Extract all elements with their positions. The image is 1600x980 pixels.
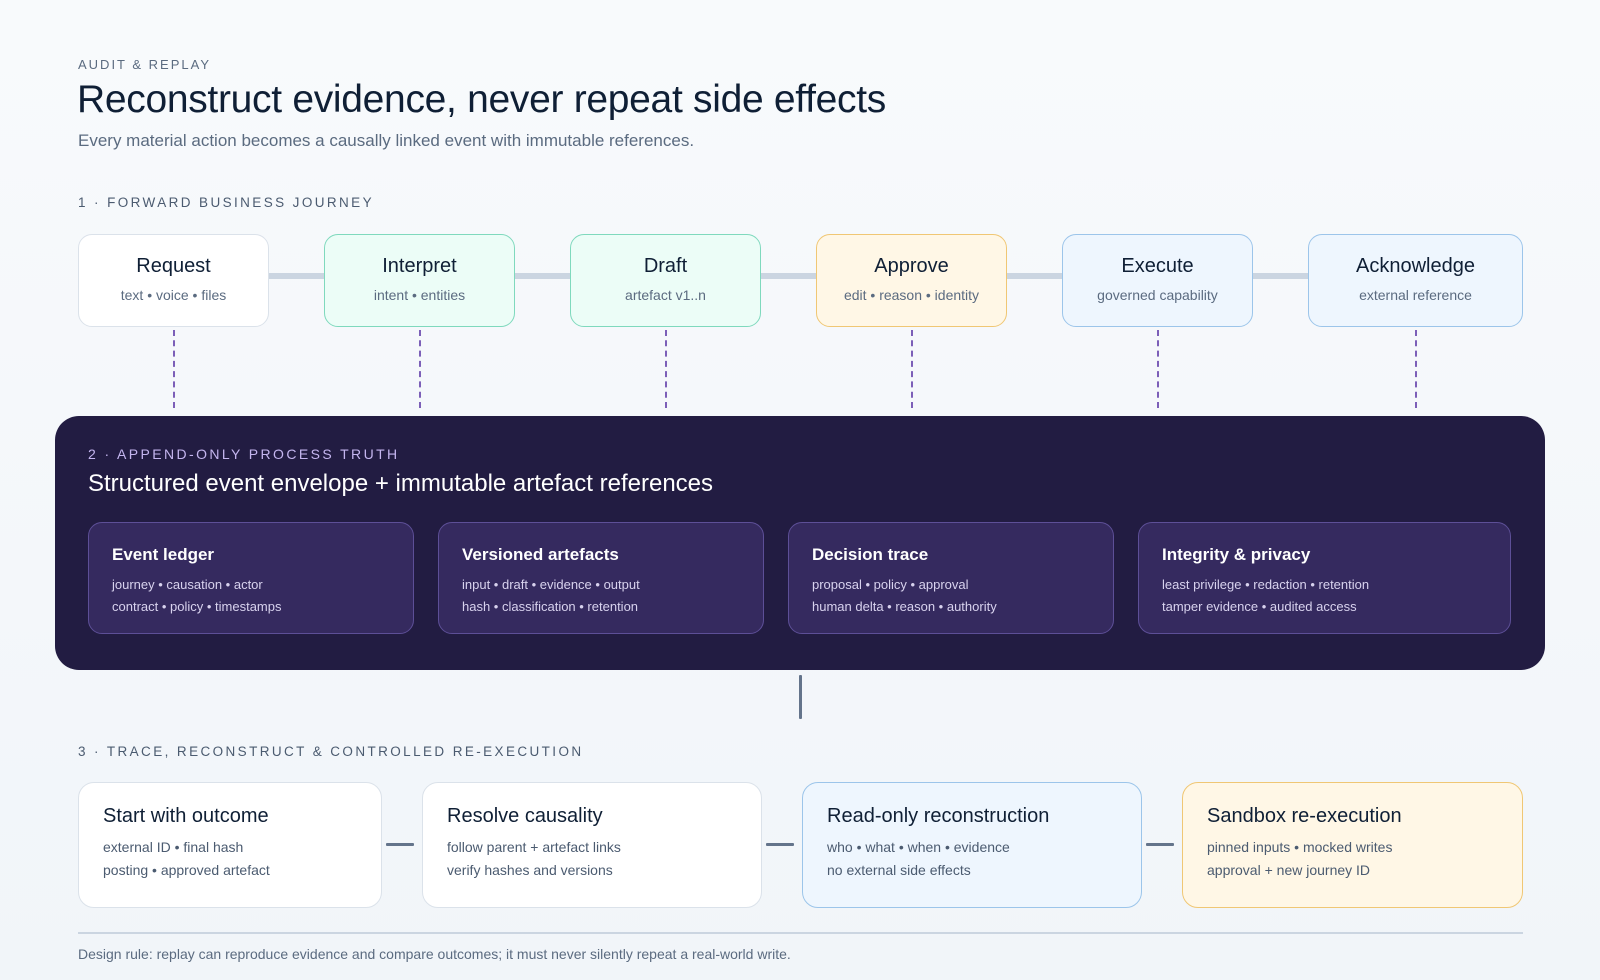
truth-to-replay-connector bbox=[799, 675, 802, 719]
eyebrow-label: AUDIT & REPLAY bbox=[78, 57, 211, 72]
stage-title: Acknowledge bbox=[1356, 255, 1475, 277]
card-line: input • draft • evidence • output bbox=[462, 577, 640, 592]
design-rule-note: Design rule: replay can reproduce eviden… bbox=[78, 946, 791, 962]
stage-connector bbox=[1250, 273, 1310, 279]
stage-subtitle: text • voice • files bbox=[120, 287, 227, 303]
stage-acknowledge: Acknowledge external reference bbox=[1308, 234, 1523, 327]
step-line: follow parent + artefact links bbox=[447, 839, 621, 855]
card-title: Decision trace bbox=[812, 545, 929, 564]
card-line: contract • policy • timestamps bbox=[112, 599, 282, 614]
stage-title: Interpret bbox=[382, 255, 457, 277]
card-line: human delta • reason • authority bbox=[812, 599, 997, 614]
card-decision-trace: Decision trace proposal • policy • appro… bbox=[788, 522, 1114, 634]
section-label-truth: 2 · APPEND-ONLY PROCESS TRUTH bbox=[88, 446, 400, 462]
step-line: verify hashes and versions bbox=[447, 862, 613, 878]
panel-title: Structured event envelope + immutable ar… bbox=[88, 470, 714, 497]
event-link-dashed bbox=[1415, 330, 1417, 408]
card-line: tamper evidence • audited access bbox=[1162, 599, 1357, 614]
card-line: least privilege • redaction • retention bbox=[1162, 577, 1370, 592]
step-sandbox-re-execution: Sandbox re-execution pinned inputs • moc… bbox=[1182, 782, 1523, 908]
stage-title: Approve bbox=[874, 255, 949, 277]
stage-subtitle: external reference bbox=[1359, 287, 1472, 303]
stage-subtitle: governed capability bbox=[1097, 287, 1218, 303]
page-subtitle: Every material action becomes a causally… bbox=[78, 131, 695, 150]
step-title: Resolve causality bbox=[447, 805, 603, 827]
event-link-dashed bbox=[1157, 330, 1159, 408]
step-connector bbox=[766, 843, 794, 846]
process-truth-panel: 2 · APPEND-ONLY PROCESS TRUTH Structured… bbox=[55, 416, 1545, 670]
stage-subtitle: intent • entities bbox=[373, 287, 466, 303]
footer-divider bbox=[78, 932, 1523, 934]
card-line: hash • classification • retention bbox=[462, 599, 639, 614]
stage-connector bbox=[758, 273, 818, 279]
stage-approve: Approve edit • reason • identity bbox=[816, 234, 1007, 327]
card-title: Event ledger bbox=[112, 545, 215, 564]
step-line: approval + new journey ID bbox=[1207, 862, 1371, 878]
step-resolve-causality: Resolve causality follow parent + artefa… bbox=[422, 782, 762, 908]
stage-connector bbox=[266, 273, 326, 279]
card-title: Versioned artefacts bbox=[462, 545, 619, 564]
event-link-dashed bbox=[419, 330, 421, 408]
card-event-ledger: Event ledger journey • causation • actor… bbox=[88, 522, 414, 634]
card-versioned-artefacts: Versioned artefacts input • draft • evid… bbox=[438, 522, 764, 634]
step-line: no external side effects bbox=[827, 862, 971, 878]
step-start-with-outcome: Start with outcome external ID • final h… bbox=[78, 782, 382, 908]
stage-connector bbox=[512, 273, 572, 279]
event-link-dashed bbox=[665, 330, 667, 408]
stage-request: Request text • voice • files bbox=[78, 234, 269, 327]
card-line: proposal • policy • approval bbox=[812, 577, 969, 592]
step-line: pinned inputs • mocked writes bbox=[1207, 839, 1393, 855]
step-connector bbox=[1146, 843, 1174, 846]
stage-draft: Draft artefact v1..n bbox=[570, 234, 761, 327]
stage-subtitle: artefact v1..n bbox=[625, 287, 706, 303]
step-line: external ID • final hash bbox=[103, 839, 244, 855]
step-read-only-reconstruction: Read-only reconstruction who • what • wh… bbox=[802, 782, 1142, 908]
step-title: Sandbox re-execution bbox=[1207, 805, 1402, 827]
stage-connector bbox=[1004, 273, 1064, 279]
stage-title: Draft bbox=[643, 255, 688, 277]
section-label-forward: 1 · FORWARD BUSINESS JOURNEY bbox=[78, 195, 374, 210]
stage-execute: Execute governed capability bbox=[1062, 234, 1253, 327]
stage-title: Execute bbox=[1121, 255, 1194, 277]
step-title: Read-only reconstruction bbox=[827, 805, 1050, 827]
page-title: Reconstruct evidence, never repeat side … bbox=[77, 78, 886, 121]
stage-subtitle: edit • reason • identity bbox=[843, 287, 980, 303]
card-line: journey • causation • actor bbox=[112, 577, 263, 592]
event-link-dashed bbox=[911, 330, 913, 408]
card-integrity-privacy: Integrity & privacy least privilege • re… bbox=[1138, 522, 1511, 634]
step-line: who • what • when • evidence bbox=[827, 839, 1010, 855]
stage-title: Request bbox=[136, 255, 211, 277]
event-link-dashed bbox=[173, 330, 175, 408]
step-title: Start with outcome bbox=[103, 805, 269, 827]
step-line: posting • approved artefact bbox=[103, 862, 270, 878]
section-label-replay: 3 · TRACE, RECONSTRUCT & CONTROLLED RE-E… bbox=[78, 744, 584, 759]
card-title: Integrity & privacy bbox=[1162, 545, 1311, 564]
stage-interpret: Interpret intent • entities bbox=[324, 234, 515, 327]
step-connector bbox=[386, 843, 414, 846]
